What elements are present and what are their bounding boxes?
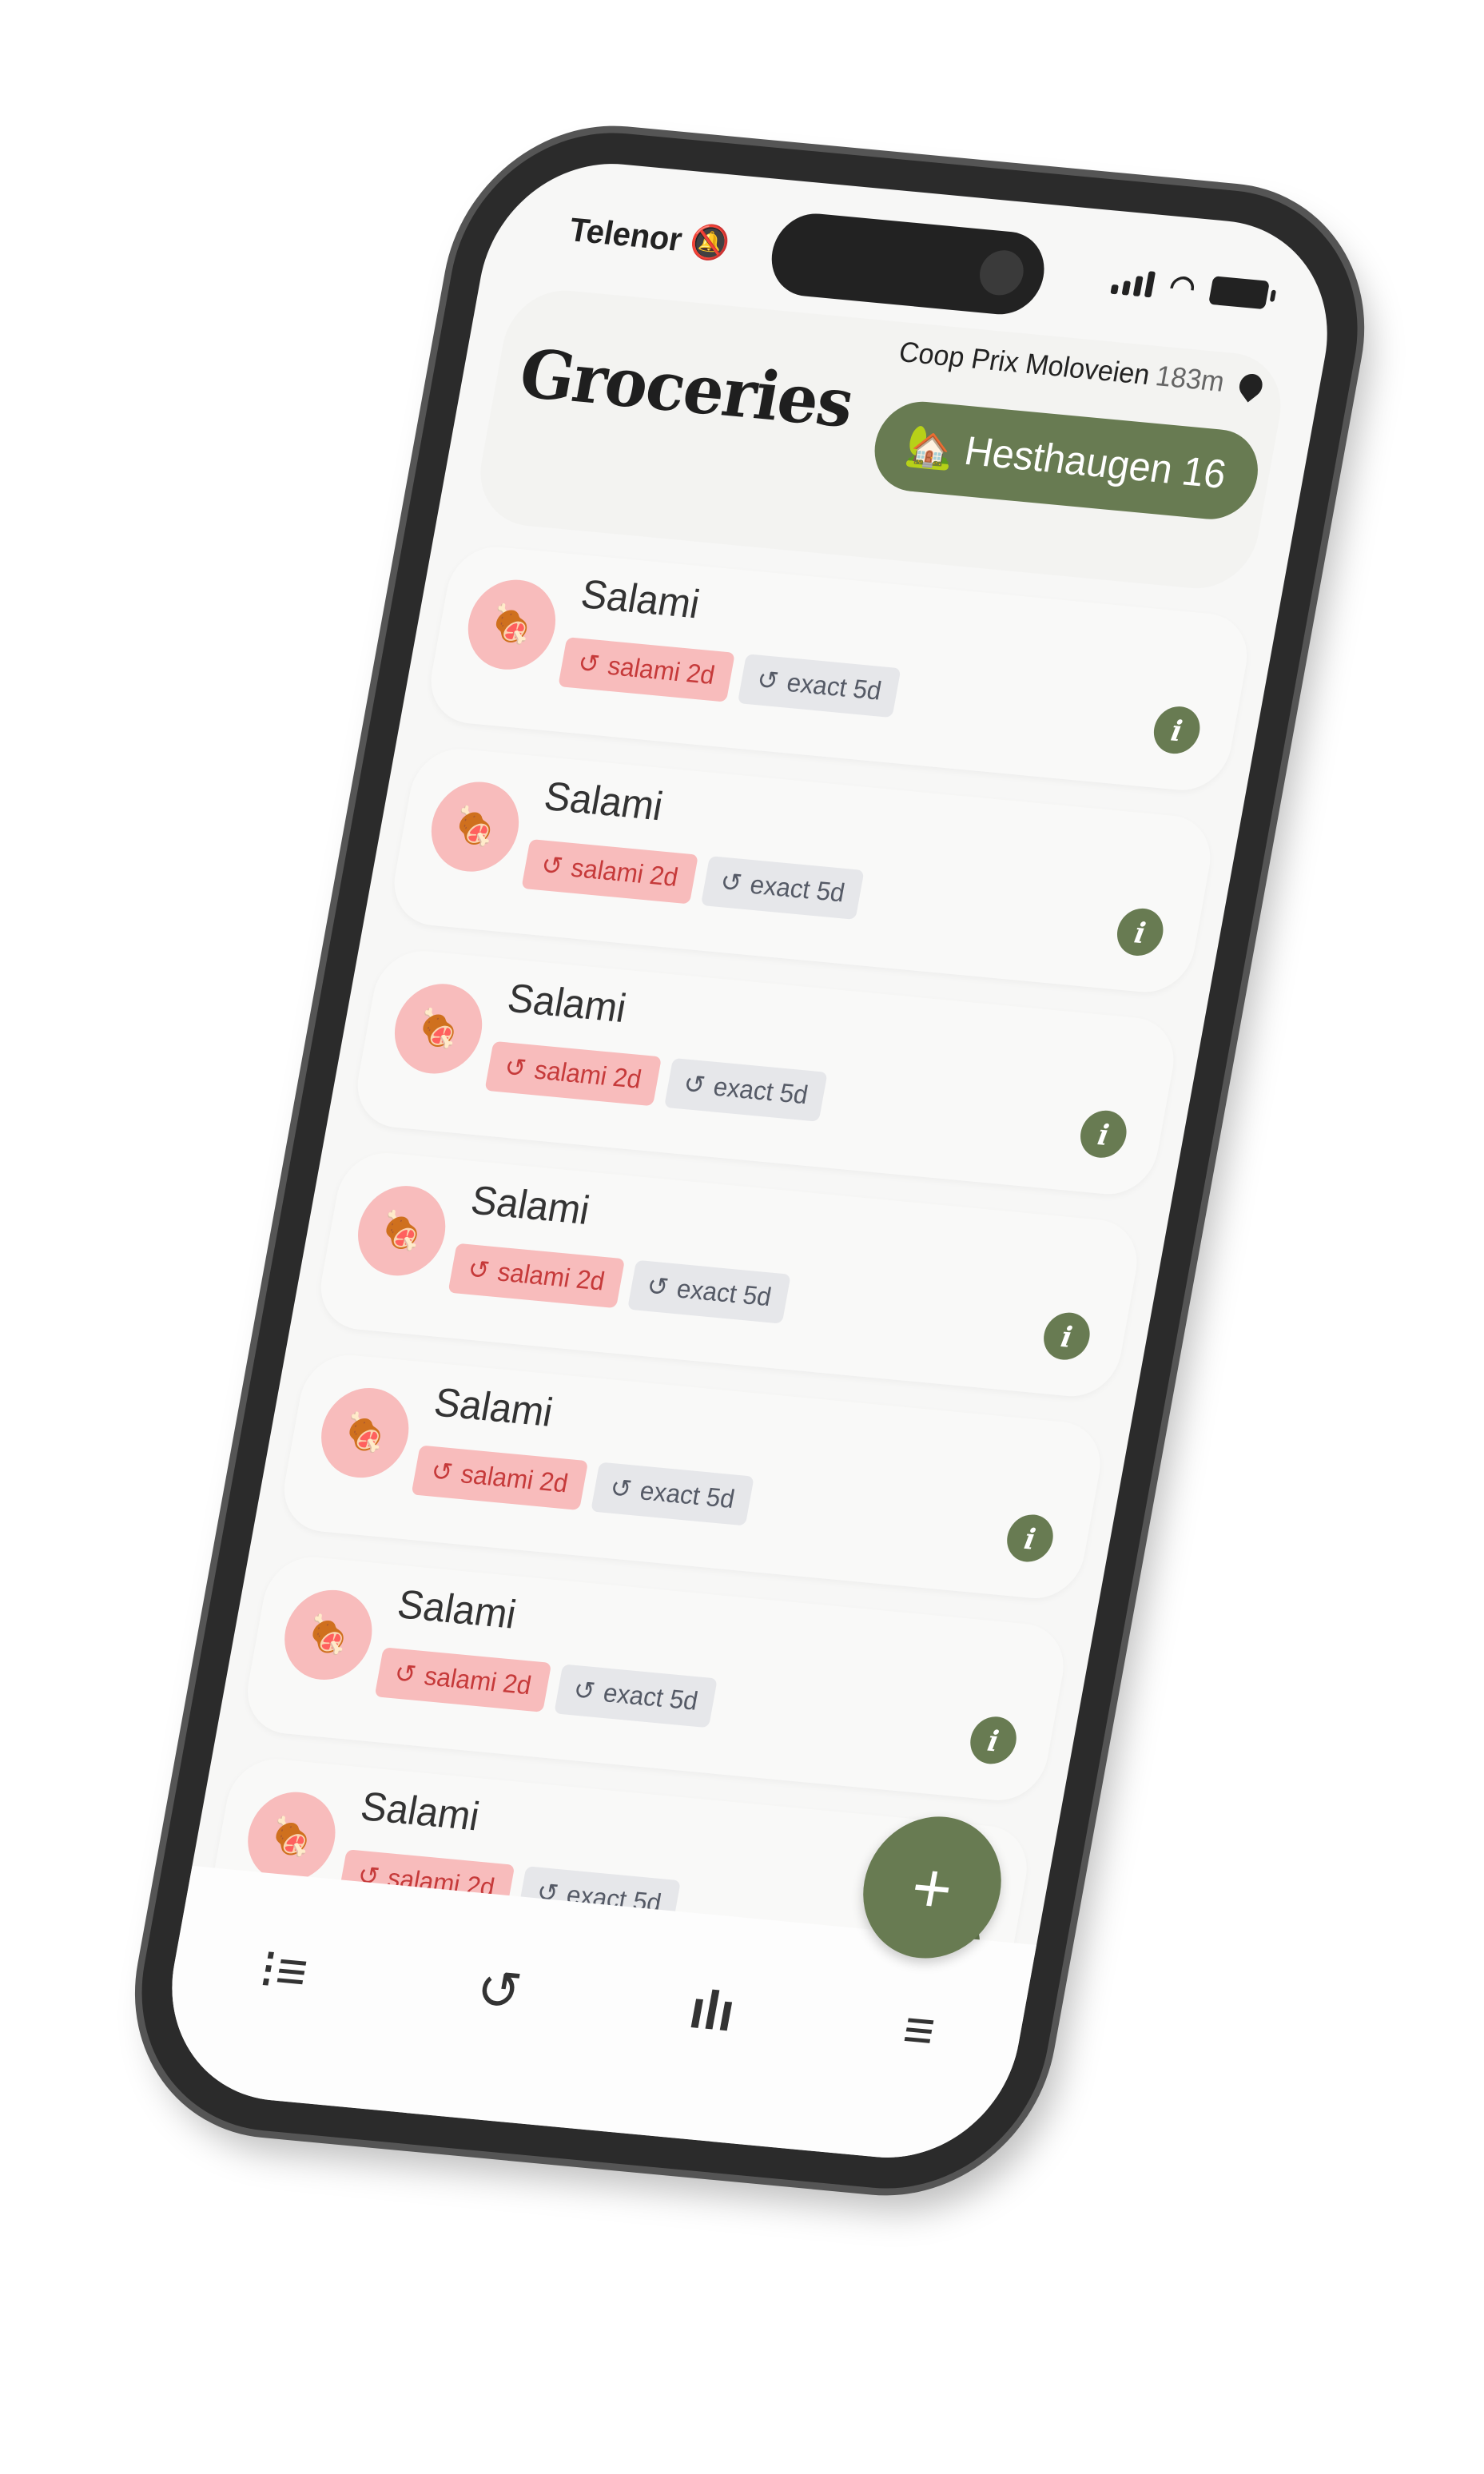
history-icon: ↺	[428, 1456, 456, 1488]
item-name: Salami	[503, 976, 630, 1032]
item-emoji-avatar: 🍖	[241, 1788, 343, 1886]
info-button[interactable]: i	[1040, 1311, 1094, 1362]
recent-purchase-tag: ↺ salami 2d	[374, 1647, 551, 1712]
recent-purchase-tag: ↺ salami 2d	[558, 637, 735, 702]
carrier: Telenor 🔕	[567, 210, 734, 264]
recent-tag-label: salami 2d	[568, 853, 681, 893]
history-icon: ↺	[571, 1674, 598, 1707]
item-tags: ↺ salami 2d ↺ exact 5d	[448, 1243, 792, 1324]
house-icon: 🏡	[902, 423, 959, 472]
signal-icon	[1110, 268, 1156, 297]
info-icon: i	[985, 1722, 1002, 1758]
exact-tag-label: exact 5d	[674, 1273, 774, 1312]
exact-interval-tag: ↺ exact 5d	[700, 856, 865, 920]
recent-purchase-tag: ↺ salami 2d	[411, 1445, 588, 1510]
tab-menu-icon[interactable]: ≡	[898, 1996, 940, 2062]
home-location-button[interactable]: 🏡 Hesthaugen 16	[866, 397, 1266, 523]
store-distance: 183m	[1153, 360, 1227, 399]
history-icon: ↺	[465, 1254, 492, 1286]
recent-tag-label: salami 2d	[531, 1054, 644, 1095]
header: Coop Prix Moloveien 183m Groceries 🏡 Hes…	[471, 285, 1291, 594]
item-tags: ↺ salami 2d ↺ exact 5d	[374, 1647, 718, 1728]
item-name: Salami	[431, 1379, 556, 1436]
exact-interval-tag: ↺ exact 5d	[627, 1259, 792, 1324]
phone-frame: Telenor 🔕 ◠ Coop Prix Moloveien 183m Gro…	[117, 120, 1383, 2202]
item-tags: ↺ salami 2d ↺ exact 5d	[411, 1445, 755, 1526]
meat-icon: 🍖	[487, 603, 537, 646]
history-icon: ↺	[681, 1068, 708, 1100]
info-button[interactable]: i	[1003, 1512, 1057, 1565]
item-name: Salami	[467, 1178, 593, 1234]
history-icon: ↺	[575, 647, 603, 679]
exact-tag-label: exact 5d	[638, 1475, 738, 1514]
plus-icon: +	[905, 1846, 960, 1929]
meat-icon: 🍖	[267, 1816, 316, 1859]
exact-interval-tag: ↺ exact 5d	[590, 1462, 755, 1526]
info-icon: i	[1021, 1521, 1039, 1556]
recent-purchase-tag: ↺ salami 2d	[521, 838, 698, 905]
recent-tag-label: salami 2d	[459, 1458, 571, 1498]
exact-interval-tag: ↺ exact 5d	[737, 654, 901, 718]
exact-tag-label: exact 5d	[784, 667, 884, 706]
item-tags: ↺ salami 2d ↺ exact 5d	[484, 1040, 828, 1122]
exact-interval-tag: ↺ exact 5d	[663, 1057, 828, 1122]
item-name: Salami	[577, 571, 703, 628]
item-emoji-avatar: 🍖	[350, 1182, 453, 1280]
info-button[interactable]: i	[1076, 1108, 1131, 1160]
history-icon: ↺	[718, 866, 745, 898]
exact-interval-tag: ↺ exact 5d	[553, 1664, 718, 1728]
exact-tag-label: exact 5d	[710, 1071, 811, 1110]
item-emoji-avatar: 🍖	[277, 1586, 380, 1684]
exact-tag-label: exact 5d	[747, 869, 847, 908]
home-location-label: Hesthaugen 16	[961, 428, 1230, 498]
history-icon: ↺	[392, 1657, 419, 1690]
recent-tag-label: salami 2d	[495, 1256, 607, 1297]
grocery-list: 🍖 Salami ↺ salami 2d ↺ exact 5d i 🍖 Salami …	[198, 543, 1255, 2032]
tab-stats-icon[interactable]: ılı	[685, 1976, 740, 2043]
location-pin-icon	[1235, 368, 1267, 403]
store-name: Coop Prix Moloveien	[896, 336, 1152, 392]
meat-icon: 🍖	[450, 805, 500, 849]
recent-tag-label: salami 2d	[605, 650, 718, 690]
item-name: Salami	[540, 774, 666, 830]
info-button[interactable]: i	[1150, 704, 1204, 756]
meat-icon: 🍖	[413, 1007, 464, 1051]
item-emoji-avatar: 🍖	[424, 778, 527, 876]
meat-icon: 🍖	[376, 1209, 427, 1252]
exact-tag-label: exact 5d	[601, 1677, 701, 1716]
history-icon: ↺	[754, 664, 782, 696]
item-emoji-avatar: 🍖	[387, 980, 490, 1078]
item-tags: ↺ salami 2d ↺ exact 5d	[521, 838, 865, 920]
info-icon: i	[1132, 914, 1149, 950]
recent-purchase-tag: ↺ salami 2d	[448, 1243, 625, 1309]
bell-slash-icon: 🔕	[686, 222, 734, 263]
tab-history-icon[interactable]: ↺	[471, 1956, 527, 2023]
info-icon: i	[1058, 1319, 1076, 1354]
meat-icon: 🍖	[303, 1613, 353, 1657]
info-button[interactable]: i	[966, 1714, 1020, 1766]
wifi-icon: ◠	[1166, 267, 1199, 305]
carrier-label: Telenor	[566, 211, 686, 258]
item-tags: ↺ salami 2d ↺ exact 5d	[558, 637, 901, 718]
history-icon: ↺	[607, 1473, 635, 1505]
battery-icon	[1208, 275, 1271, 309]
item-emoji-avatar: 🍖	[313, 1384, 416, 1482]
history-icon: ↺	[502, 1052, 529, 1084]
recent-purchase-tag: ↺ salami 2d	[484, 1040, 662, 1107]
info-icon: i	[1168, 712, 1185, 748]
meat-icon: 🍖	[340, 1411, 390, 1454]
recent-tag-label: salami 2d	[422, 1661, 534, 1700]
item-name: Salami	[357, 1784, 483, 1840]
item-emoji-avatar: 🍖	[460, 575, 563, 674]
page-title: Groceries	[513, 334, 859, 443]
nearby-store[interactable]: Coop Prix Moloveien 183m	[896, 336, 1267, 404]
history-icon: ↺	[539, 849, 566, 881]
tab-list-icon[interactable]: ⁝≡	[254, 1936, 312, 2004]
info-icon: i	[1095, 1116, 1112, 1152]
info-button[interactable]: i	[1113, 906, 1168, 958]
history-icon: ↺	[644, 1271, 671, 1303]
item-name: Salami	[394, 1581, 520, 1638]
app-screen: Telenor 🔕 ◠ Coop Prix Moloveien 183m Gro…	[151, 153, 1348, 2169]
